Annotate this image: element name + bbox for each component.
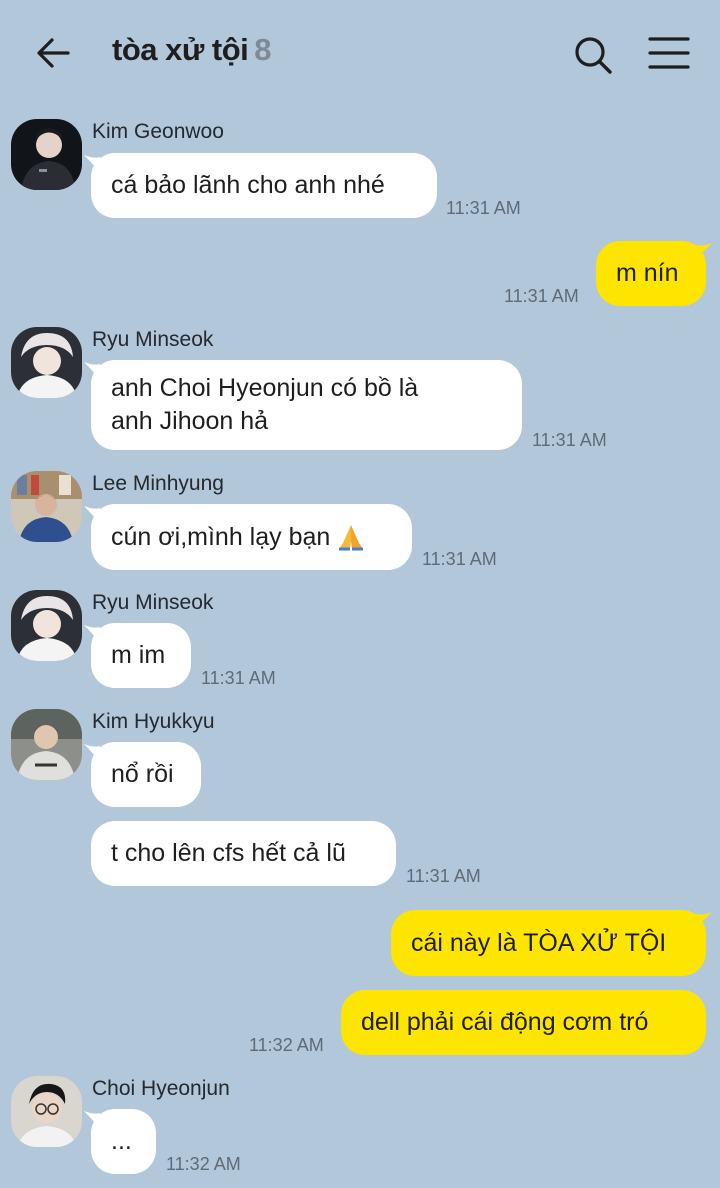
sender-name: Ryu Minseok <box>92 591 214 614</box>
sender-name: Choi Hyeonjun <box>92 1077 230 1100</box>
profile-photo <box>11 1076 82 1147</box>
message-bubble[interactable]: m im <box>91 623 191 688</box>
message-bubble[interactable]: anh Choi Hyeonjun có bồ là anh Jihoon hả <box>91 360 522 450</box>
profile-photo <box>11 471 82 542</box>
message-text: nổ rồi <box>111 760 174 788</box>
member-count: 8 <box>254 32 272 67</box>
back-button[interactable] <box>32 32 76 76</box>
message-time: 11:31 AM <box>201 668 276 688</box>
my-message-bubble[interactable]: dell phải cái động cơm tró <box>341 990 706 1055</box>
sender-name: Kim Geonwoo <box>92 120 224 143</box>
my-message-bubble[interactable]: cái này là TÒA XỬ TỘI <box>391 910 706 976</box>
avatar-ryu-minseok[interactable] <box>11 327 82 398</box>
bubble-tail <box>84 1111 100 1129</box>
bubble-tail <box>84 625 100 643</box>
search-button[interactable] <box>570 32 616 78</box>
folded-hands-emoji <box>339 525 364 551</box>
profile-photo <box>11 590 82 661</box>
message-text-line-1: anh Choi Hyeonjun có bồ là <box>111 374 419 402</box>
hamburger-menu-icon <box>648 37 690 69</box>
bubble-tail <box>84 744 100 762</box>
message-text: dell phải cái động cơm tró <box>361 1008 649 1036</box>
bubble-tail <box>84 506 100 524</box>
search-icon <box>575 37 612 74</box>
message-time: 11:32 AM <box>166 1154 241 1174</box>
sender-name: Lee Minhyung <box>92 472 224 495</box>
message-bubble[interactable]: cá bảo lãnh cho anh nhé <box>91 153 437 218</box>
message-text: cá bảo lãnh cho anh nhé <box>111 171 385 199</box>
message-bubble[interactable]: t cho lên cfs hết cả lũ <box>91 821 396 886</box>
message-text: cún ơi,mình lạy bạn <box>111 522 331 551</box>
message-text: m nín <box>616 259 679 287</box>
avatar-lee-minhyung[interactable] <box>11 471 82 542</box>
message-text: cái này là TÒA XỬ TỘI <box>411 928 667 957</box>
profile-photo <box>11 119 82 190</box>
chat-room-name: tòa xử tội <box>112 32 249 67</box>
chat-header: tòa xử tội 8 <box>0 0 720 104</box>
profile-photo <box>11 327 82 398</box>
my-message-bubble[interactable]: m nín <box>596 241 706 306</box>
avatar-choi-hyeonjun[interactable] <box>11 1076 82 1147</box>
message-text-line-2: anh Jihoon hả <box>111 407 269 435</box>
message-bubble[interactable]: cún ơi,mình lạy bạn <box>91 504 412 570</box>
profile-photo <box>11 709 82 780</box>
message-text: t cho lên cfs hết cả lũ <box>111 839 346 867</box>
menu-button[interactable] <box>644 32 694 78</box>
avatar-ryu-minseok[interactable] <box>11 590 82 661</box>
message-time: 11:31 AM <box>422 549 497 569</box>
bubble-tail <box>696 243 712 259</box>
message-time: 11:31 AM <box>504 286 579 306</box>
arrow-left-icon <box>37 38 70 68</box>
message-time: 11:32 AM <box>249 1035 324 1055</box>
message-time: 11:31 AM <box>532 430 607 450</box>
avatar-kim-geonwoo[interactable] <box>11 119 82 190</box>
message-bubble[interactable]: nổ rồi <box>91 742 201 807</box>
bubble-tail <box>696 912 712 928</box>
sender-name: Kim Hyukkyu <box>92 710 215 733</box>
avatar-kim-hyukkyu[interactable] <box>11 709 82 780</box>
message-time: 11:31 AM <box>446 198 521 218</box>
message-time: 11:31 AM <box>406 866 481 886</box>
bubble-tail <box>84 155 100 173</box>
message-text: m im <box>111 641 166 669</box>
message-text: ... <box>111 1127 132 1155</box>
chat-title: tòa xử tội 8 <box>112 32 272 68</box>
sender-name: Ryu Minseok <box>92 328 214 351</box>
bubble-tail <box>84 362 100 380</box>
